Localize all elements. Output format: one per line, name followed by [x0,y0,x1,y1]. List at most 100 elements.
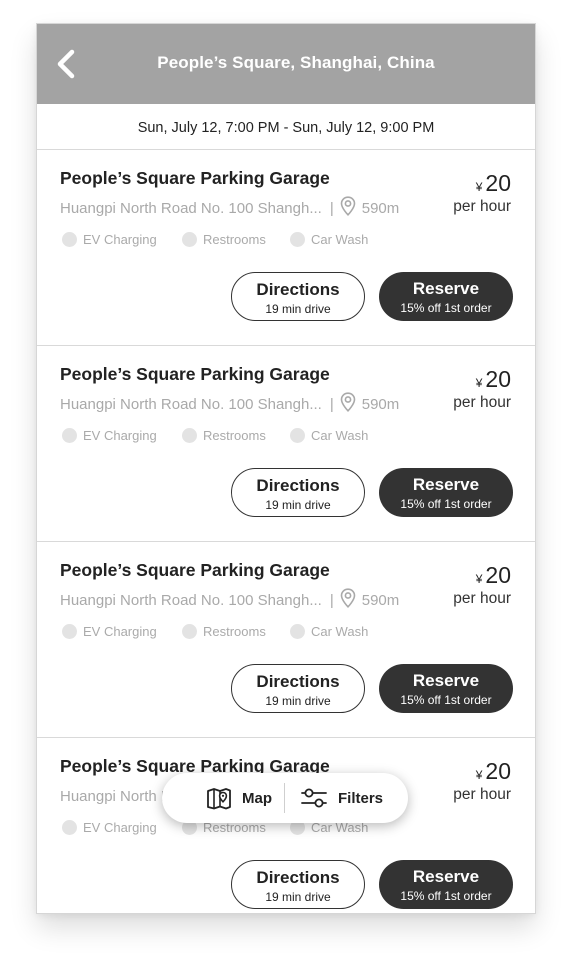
garage-address: Huangpi North Road No. 100 Shangh... [60,200,322,217]
back-button[interactable] [53,46,81,82]
reserve-label: Reserve [412,867,480,886]
currency-symbol: ¥ [475,180,483,194]
divider [284,783,285,813]
directions-label: Directions [256,280,340,299]
amenity-label: Car Wash [311,232,369,247]
garage-address-line: Huangpi North Road No. 100 Shangh... | 590… [60,588,399,609]
app-screen: People’s Square, Shanghai, China Sun, Ju… [37,24,535,913]
drive-time: 19 min drive [265,694,331,708]
sliders-icon [301,788,327,808]
reserve-button[interactable]: Reserve 15% off 1st order [379,860,513,909]
amenity-dot-icon [290,624,305,639]
amenity-ev-charging: EV Charging [62,820,157,835]
amenity-label: Restrooms [203,428,266,443]
currency-symbol: ¥ [475,376,483,390]
map-filters-toggle: Map Filters [162,773,408,823]
amenity-restrooms: Restrooms [182,232,266,247]
amenity-ev-charging: EV Charging [62,232,157,247]
drive-time: 19 min drive [265,498,331,512]
price-unit: per hour [453,590,511,607]
amenity-dot-icon [62,624,77,639]
garage-distance: 590m [361,396,400,413]
currency-symbol: ¥ [475,572,483,586]
location-pin-icon [340,196,356,216]
reserve-button[interactable]: Reserve 15% off 1st order [379,272,513,321]
parking-card[interactable]: People’s Square Parking Garage Huangpi N… [37,150,535,346]
garage-name: People’s Square Parking Garage [60,364,330,384]
location-pin-icon [340,392,356,412]
drive-time: 19 min drive [265,890,331,904]
amenity-car-wash: Car Wash [290,624,368,639]
amenity-label: EV Charging [83,232,157,247]
directions-button[interactable]: Directions 19 min drive [231,664,365,713]
amenity-label: Restrooms [203,624,266,639]
parking-card[interactable]: People’s Square Parking Garage Huangpi N… [37,346,535,542]
price-block: ¥20 per hour [453,562,511,608]
garage-address: Huangpi North Road No. 100 Shangh... [60,592,322,609]
garage-distance: 590m [361,592,400,609]
address-separator: | [329,592,334,609]
directions-button[interactable]: Directions 19 min drive [231,272,365,321]
amenity-dot-icon [290,428,305,443]
price-amount: 20 [485,366,511,392]
amenity-dot-icon [182,232,197,247]
reserve-label: Reserve [412,475,480,494]
directions-button[interactable]: Directions 19 min drive [231,468,365,517]
directions-button[interactable]: Directions 19 min drive [231,860,365,909]
location-pin-icon [340,588,356,608]
currency-symbol: ¥ [475,768,483,782]
map-label: Map [242,789,272,807]
directions-label: Directions [256,672,340,691]
garage-address-line: Huangpi North Road No. 100 Shangh... | 590… [60,392,399,413]
amenity-restrooms: Restrooms [182,624,266,639]
header-bar: People’s Square, Shanghai, China [37,24,535,104]
chevron-left-icon [57,49,75,79]
reserve-button[interactable]: Reserve 15% off 1st order [379,468,513,517]
page-title: People’s Square, Shanghai, China [157,53,435,72]
drive-time: 19 min drive [265,302,331,316]
filters-button[interactable]: Filters [300,773,383,823]
amenity-ev-charging: EV Charging [62,428,157,443]
reserve-button[interactable]: Reserve 15% off 1st order [379,664,513,713]
price-amount: 20 [485,170,511,196]
garage-distance: 590m [361,200,400,217]
amenity-label: EV Charging [83,820,157,835]
price-unit: per hour [453,786,511,803]
reserve-label: Reserve [412,671,480,690]
price-block: ¥20 per hour [453,170,511,216]
reserve-promo: 15% off 1st order [400,889,492,903]
garage-name: People’s Square Parking Garage [60,560,330,580]
parking-card[interactable]: People’s Square Parking Garage Huangpi N… [37,542,535,738]
map-button[interactable]: Map [206,773,272,823]
address-separator: | [329,200,334,217]
reserve-promo: 15% off 1st order [400,497,492,511]
price-unit: per hour [453,198,511,215]
garage-address: Huangpi North Road No. 100 Shangh... [60,396,322,413]
price-block: ¥20 per hour [453,758,511,804]
amenity-label: EV Charging [83,624,157,639]
garage-address-line: Huangpi North Road No. 100 Shangh... | 590… [60,196,399,217]
date-range-selector[interactable]: Sun, July 12, 7:00 PM - Sun, July 12, 9:… [37,104,535,150]
amenity-dot-icon [182,428,197,443]
amenity-car-wash: Car Wash [290,232,368,247]
directions-label: Directions [256,476,340,495]
amenity-restrooms: Restrooms [182,428,266,443]
amenity-ev-charging: EV Charging [62,624,157,639]
reserve-label: Reserve [412,279,480,298]
price-amount: 20 [485,758,511,784]
amenity-label: Car Wash [311,624,369,639]
amenity-label: EV Charging [83,428,157,443]
filters-label: Filters [338,789,384,807]
amenity-car-wash: Car Wash [290,428,368,443]
price-amount: 20 [485,562,511,588]
amenity-label: Car Wash [311,428,369,443]
parking-card[interactable]: People’s Square Parking Garage Huangpi N… [37,738,535,913]
amenity-dot-icon [182,624,197,639]
price-block: ¥20 per hour [453,366,511,412]
reserve-promo: 15% off 1st order [400,693,492,707]
amenity-dot-icon [62,820,77,835]
price-unit: per hour [453,394,511,411]
amenity-dot-icon [62,428,77,443]
amenity-label: Restrooms [203,232,266,247]
address-separator: | [329,396,334,413]
